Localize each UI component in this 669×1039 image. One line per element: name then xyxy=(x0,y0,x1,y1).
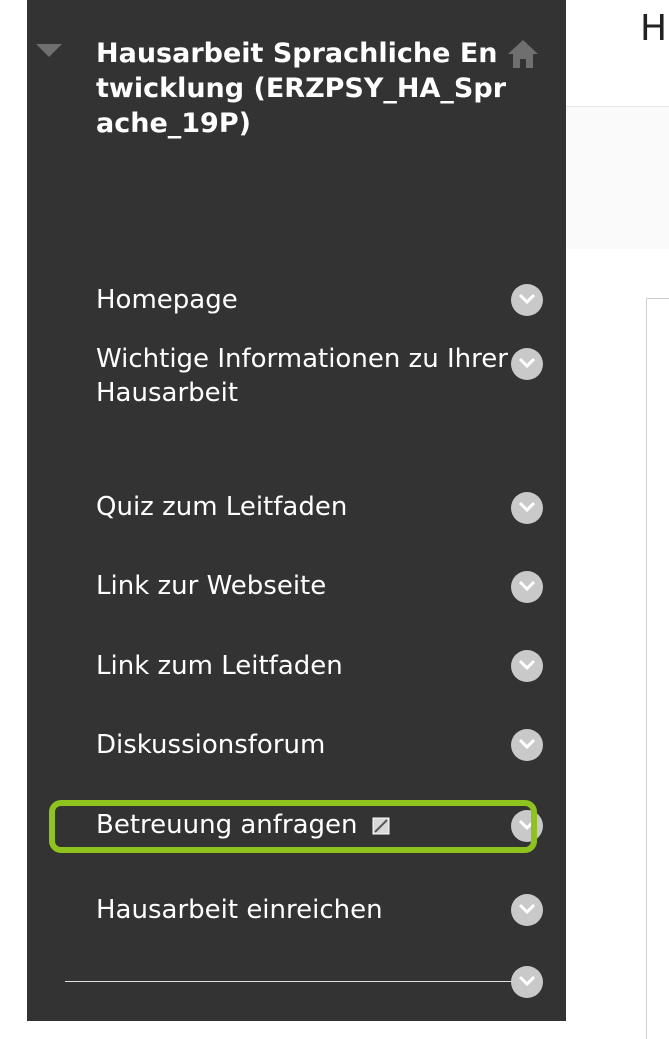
sidebar-item-wichtige-informationen[interactable]: Wichtige Informationen zu Ihrer Hausarbe… xyxy=(96,342,526,410)
sidebar-item-label: Link zum Leitfaden xyxy=(96,651,343,681)
home-icon[interactable] xyxy=(506,38,540,70)
menu-divider xyxy=(65,981,515,982)
chevron-down-icon[interactable] xyxy=(511,348,543,380)
chevron-down-icon[interactable] xyxy=(511,650,543,682)
sidebar-item-label: Quiz zum Leitfaden xyxy=(96,492,348,522)
chevron-down-icon[interactable] xyxy=(511,492,543,524)
chevron-down-icon[interactable] xyxy=(511,729,543,761)
sidebar-item-hausarbeit-einreichen[interactable]: Hausarbeit einreichen xyxy=(96,893,536,927)
chevron-down-icon[interactable] xyxy=(511,284,543,316)
sidebar-item-link-leitfaden[interactable]: Link zum Leitfaden xyxy=(96,649,536,683)
sidebar-item-homepage[interactable]: Homepage xyxy=(96,283,536,317)
chevron-down-icon[interactable] xyxy=(511,571,543,603)
sidebar-item-label: Homepage xyxy=(96,285,238,315)
chevron-down-icon[interactable] xyxy=(511,894,543,926)
page-subheader xyxy=(566,106,669,250)
highlight-box xyxy=(49,800,537,853)
sidebar-item-label: Link zur Webseite xyxy=(96,571,327,601)
sidebar-item-label: Diskussionsforum xyxy=(96,730,326,760)
content-panel xyxy=(646,298,669,1039)
sidebar-item-link-webseite[interactable]: Link zur Webseite xyxy=(96,569,536,603)
sidebar-item-label: Hausarbeit einreichen xyxy=(96,895,383,925)
sidebar-item-quiz[interactable]: Quiz zum Leitfaden xyxy=(96,490,536,524)
page-title: H xyxy=(640,8,668,49)
chevron-down-icon[interactable] xyxy=(511,966,543,998)
sidebar-item-label: Wichtige Informationen zu Ihrer Hausarbe… xyxy=(96,344,508,408)
collapse-arrow-icon[interactable] xyxy=(36,44,62,57)
course-title[interactable]: Hausarbeit Sprachliche Entwicklung (ERZP… xyxy=(96,36,506,141)
sidebar-item-diskussionsforum[interactable]: Diskussionsforum xyxy=(96,728,536,762)
